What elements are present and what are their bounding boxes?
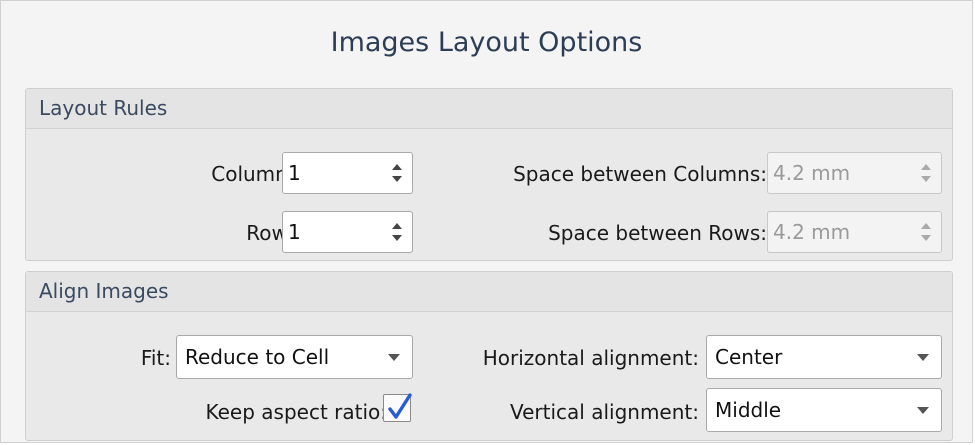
columns-value: 1 [288,161,301,185]
checkmark-icon [388,393,412,419]
vertical-alignment-value: Middle [715,398,782,422]
keep-aspect-label: Keep aspect ratio: [205,400,387,424]
space-rows-stepper[interactable]: 4.2 mm [767,211,942,253]
vertical-alignment-label: Vertical alignment: [509,400,699,424]
up-down-arrows-icon[interactable] [390,221,404,243]
dialog-title: Images Layout Options [330,27,643,58]
fit-dropdown[interactable]: Reduce to Cell [176,335,413,379]
align-images-panel: Align Images Fit: Reduce to Cell Keep as… [25,271,953,441]
chevron-down-icon[interactable] [388,354,400,361]
space-columns-label: Space between Columns: [513,162,767,186]
vertical-alignment-dropdown[interactable]: Middle [706,388,942,432]
keep-aspect-checkbox[interactable] [383,393,412,422]
space-columns-stepper[interactable]: 4.2 mm [767,152,942,194]
columns-stepper[interactable]: 1 [282,152,413,194]
space-columns-value: 4.2 mm [773,161,851,185]
up-down-arrows-icon[interactable] [919,221,933,243]
chevron-down-icon[interactable] [917,354,929,361]
fit-value: Reduce to Cell [185,345,330,369]
layout-rules-header: Layout Rules [26,89,952,129]
horizontal-alignment-dropdown[interactable]: Center [706,335,942,379]
align-images-header: Align Images [26,272,952,312]
horizontal-alignment-value: Center [715,345,783,369]
up-down-arrows-icon[interactable] [919,162,933,184]
fit-label: Fit: [140,346,171,370]
layout-rules-panel: Layout Rules Columns: 1 Rows: 1 Space be… [25,88,953,261]
rows-stepper[interactable]: 1 [282,211,413,253]
space-rows-value: 4.2 mm [773,220,851,244]
rows-value: 1 [288,220,301,244]
chevron-down-icon[interactable] [917,407,929,414]
up-down-arrows-icon[interactable] [390,162,404,184]
space-rows-label: Space between Rows: [548,221,767,245]
images-layout-options-dialog: Images Layout Options Layout Rules Colum… [0,0,973,443]
horizontal-alignment-label: Horizontal alignment: [482,346,699,370]
